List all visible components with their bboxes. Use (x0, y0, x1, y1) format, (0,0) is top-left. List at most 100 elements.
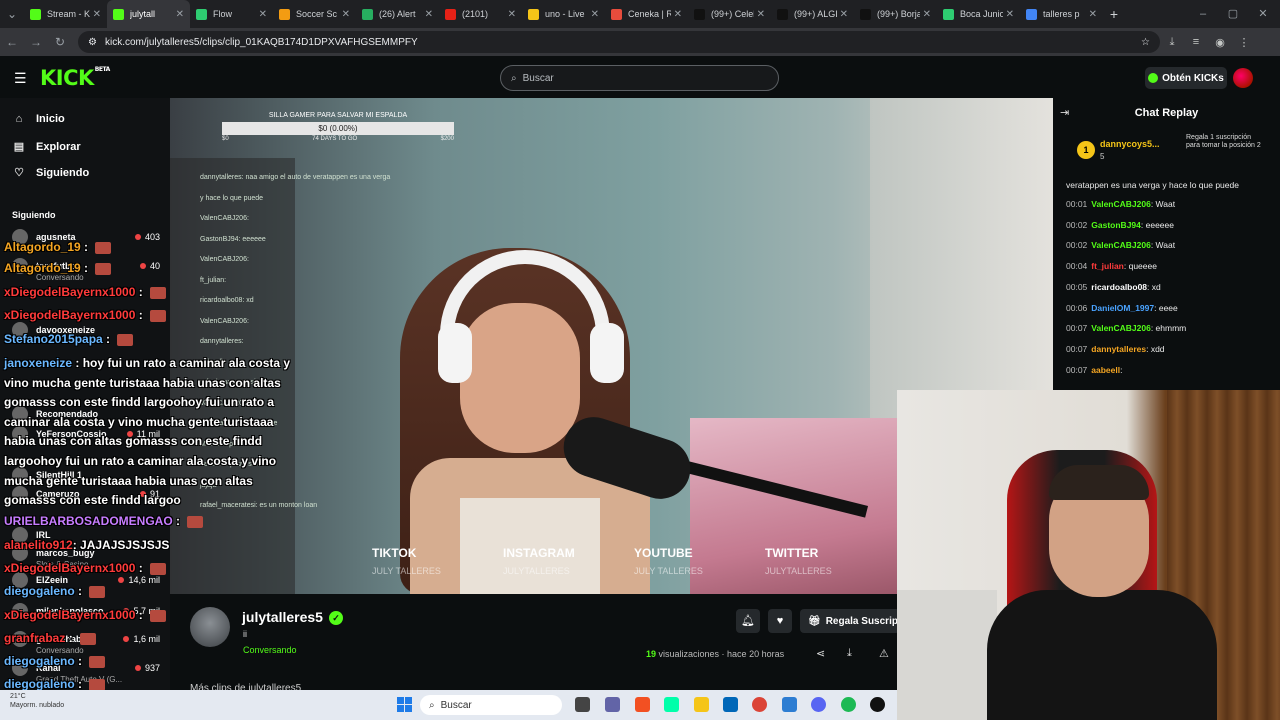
stream-title: ii (243, 629, 247, 639)
browser-tab[interactable]: talleres p ✕ (1020, 0, 1103, 28)
edge-icon[interactable] (664, 697, 679, 712)
close-window-icon[interactable]: ✕ (1248, 0, 1278, 28)
chat-text: : (1120, 364, 1123, 375)
kick-logo[interactable]: KICKBETA (40, 66, 110, 90)
tab-close-icon[interactable]: ✕ (757, 9, 765, 20)
bookmark-star-icon[interactable]: ☆ (1141, 37, 1150, 48)
tab-close-icon[interactable]: ✕ (591, 9, 599, 20)
viewer-count: 14,6 mil (128, 575, 160, 585)
search-input[interactable]: ⌕ Buscar (500, 65, 779, 91)
windows-start-icon[interactable] (397, 697, 412, 712)
get-kicks-label: Obtén KICKs (1162, 72, 1224, 84)
chrome-icon[interactable] (752, 697, 767, 712)
tab-close-icon[interactable]: ✕ (1089, 9, 1097, 20)
channel-avatar[interactable] (190, 607, 230, 647)
chat-username[interactable]: GastonBJ94 (1091, 220, 1141, 230)
chat-username[interactable]: ValenCABJ206 (1091, 240, 1151, 250)
browser-tab[interactable]: (99+) ALGI ✕ (771, 0, 854, 28)
top-gifter-name[interactable]: dannycoys5... (1100, 139, 1160, 149)
tab-close-icon[interactable]: ✕ (923, 9, 931, 20)
nav-inicio[interactable]: ⌂ Inicio (12, 113, 65, 125)
browser-tab[interactable]: Boca Junio ✕ (937, 0, 1020, 28)
nav-siguiendo[interactable]: ♡ Siguiendo (12, 166, 89, 180)
browser-tab[interactable]: julytall ✕ (107, 0, 190, 28)
chat-username[interactable]: ValenCABJ206 (1091, 199, 1151, 209)
tab-close-icon[interactable]: ✕ (342, 9, 350, 20)
share-icon[interactable]: ⋖ (816, 647, 825, 660)
report-icon[interactable]: ⚠ (879, 647, 889, 660)
chat-emote-icon (150, 562, 167, 575)
tab-search-icon[interactable]: ⌄ (0, 7, 24, 21)
weather-widget[interactable]: 21°C Mayorm. nublado (10, 692, 64, 710)
tab-close-icon[interactable]: ✕ (674, 9, 682, 20)
teams-icon[interactable] (605, 697, 620, 712)
get-kicks-button[interactable]: Obtén KICKs (1145, 67, 1227, 89)
viewer-count: 40 (149, 261, 160, 271)
chat-colon: : (135, 285, 147, 299)
media-control-icon[interactable]: ≡ (1184, 36, 1208, 48)
follow-heart-icon[interactable]: ♥ (768, 609, 792, 633)
chat-username[interactable]: DanielOM_1997 (1091, 303, 1154, 313)
notification-bell-icon[interactable]: 🔔︎ (736, 609, 760, 633)
download-icon[interactable]: ⤓ (1160, 36, 1184, 49)
back-icon[interactable]: ← (0, 35, 24, 49)
browser-tab[interactable]: (26) Alert ✕ (356, 0, 439, 28)
url-field[interactable]: ⚙ kick.com/julytalleres5/clips/clip_01KA… (78, 31, 1160, 53)
chat-username[interactable]: ft_julian (1091, 261, 1124, 271)
browser-tab[interactable]: Stream - K ✕ (24, 0, 107, 28)
chat-username: Stefano2015papa (4, 332, 103, 346)
nav-explorar[interactable]: ▤ Explorar (12, 140, 81, 154)
tab-close-icon[interactable]: ✕ (176, 9, 184, 20)
goal-progress-bar: $0 (0.00%) (222, 122, 454, 135)
chat-username[interactable]: aabeell (1091, 365, 1120, 375)
forward-icon[interactable]: → (24, 35, 48, 49)
app-icon[interactable] (782, 697, 797, 712)
chat-message: 00:02 GastonBJ94: eeeeee (1066, 220, 1174, 230)
chat-colon: : (80, 261, 92, 275)
browser-tab[interactable]: uno - Live ✕ (522, 0, 605, 28)
maximize-icon[interactable]: ▢ (1218, 0, 1248, 28)
spotify-icon[interactable] (841, 697, 856, 712)
minimize-icon[interactable]: – (1188, 0, 1218, 28)
taskbar-search[interactable]: ⌕ Buscar (420, 695, 562, 715)
headphone-right (590, 323, 624, 383)
collapse-chat-icon[interactable]: ⇥ (1060, 106, 1069, 119)
hamburger-menu-icon[interactable]: ☰ (14, 70, 27, 87)
gift-sub-button[interactable]: 🎁︎ Regala Suscrip (800, 609, 900, 633)
browser-menu-icon[interactable]: ⋮ (1232, 36, 1256, 49)
chat-username: granfrabaz (4, 631, 66, 645)
channel-name[interactable]: julytalleres5 (242, 609, 323, 625)
profile-icon[interactable]: ◉ (1208, 36, 1232, 49)
chat-username[interactable]: dannytalleres (1091, 344, 1146, 354)
browser-tab[interactable]: (99+) Borja ✕ (854, 0, 937, 28)
tab-close-icon[interactable]: ✕ (93, 9, 101, 20)
restream-chat-line: Altagordo_19 : (4, 240, 112, 254)
store-icon[interactable] (723, 697, 738, 712)
task-view-icon[interactable] (575, 697, 590, 712)
file-explorer-icon[interactable] (694, 697, 709, 712)
user-avatar[interactable] (1233, 68, 1253, 88)
browser-tab[interactable]: Flow ✕ (190, 0, 273, 28)
tab-close-icon[interactable]: ✕ (259, 9, 267, 20)
tab-close-icon[interactable]: ✕ (1006, 9, 1014, 20)
chat-username[interactable]: ricardoalbo08 (1091, 282, 1147, 292)
discord-icon[interactable] (811, 697, 826, 712)
chat-message: 00:06 DanielOM_1997: eeee (1066, 303, 1178, 313)
copilot-icon[interactable] (635, 697, 650, 712)
chat-username[interactable]: ValenCABJ206 (1091, 323, 1151, 333)
tab-close-icon[interactable]: ✕ (840, 9, 848, 20)
browser-tab[interactable]: Ceneka | R ✕ (605, 0, 688, 28)
obs-icon[interactable] (870, 697, 885, 712)
tab-close-icon[interactable]: ✕ (508, 9, 516, 20)
download-clip-icon[interactable]: ⤓ (847, 647, 852, 660)
live-dot-icon (123, 636, 130, 642)
reload-icon[interactable]: ↻ (48, 35, 72, 49)
stream-category[interactable]: Conversando (243, 645, 297, 655)
views-count: 19 (646, 649, 657, 659)
site-info-icon[interactable]: ⚙ (88, 37, 97, 48)
browser-tab[interactable]: (2101) ✕ (439, 0, 522, 28)
browser-tab[interactable]: (99+) Celeb ✕ (688, 0, 771, 28)
tab-close-icon[interactable]: ✕ (425, 9, 433, 20)
browser-tab[interactable]: Soccer Sc ✕ (273, 0, 356, 28)
new-tab-button[interactable]: + (1103, 6, 1125, 22)
